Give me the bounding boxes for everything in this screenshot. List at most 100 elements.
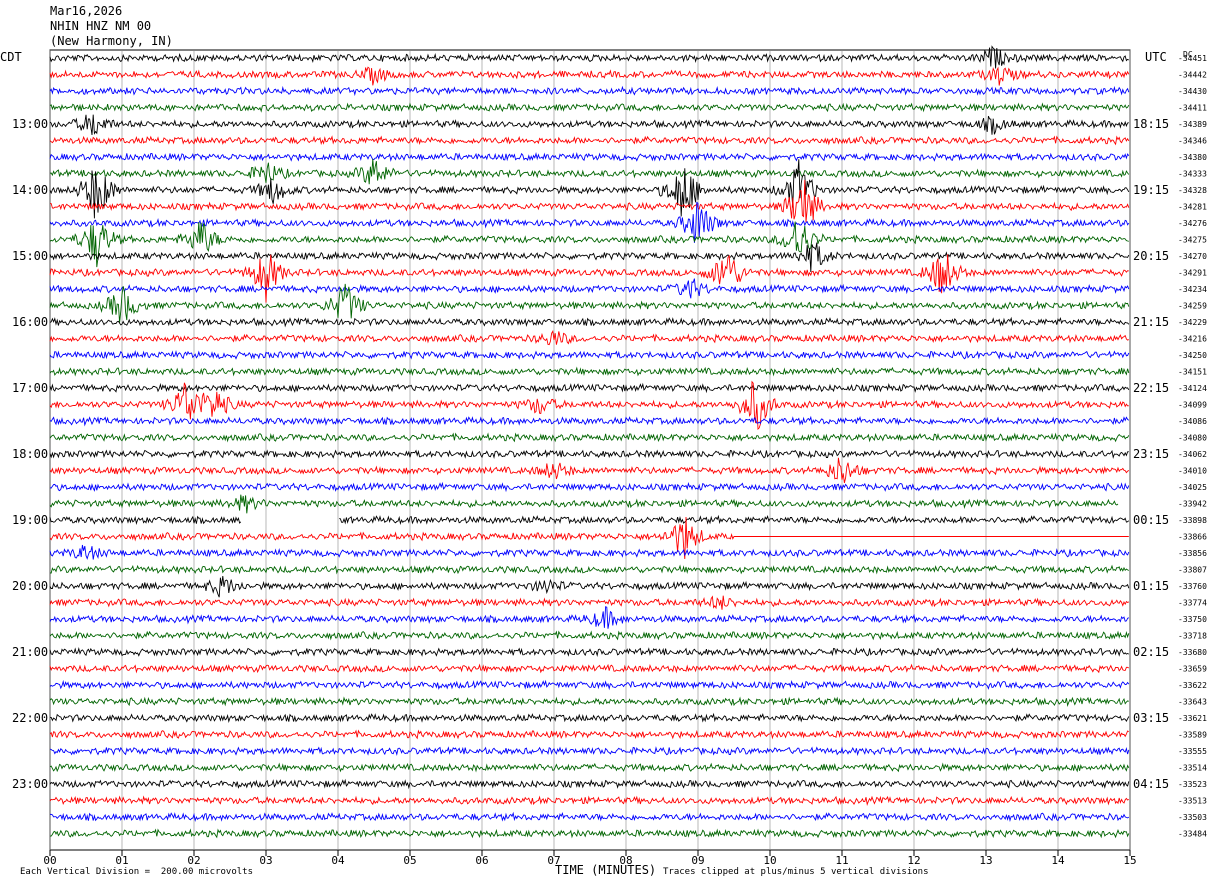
left-hour-label: 19:00 (12, 513, 48, 527)
x-tick-label: 04 (331, 854, 345, 867)
dc-offset-label: -34216 (1178, 335, 1207, 344)
dc-offset-label: -33589 (1178, 731, 1207, 740)
trace-row (49, 762, 1130, 773)
trace-row (49, 158, 1130, 185)
trace-row (49, 696, 1129, 707)
trace-row (49, 449, 1129, 460)
dc-offset-label: -34411 (1178, 104, 1207, 113)
dc-offset-label: -34451 (1178, 54, 1207, 63)
dc-offset-label: -33621 (1178, 714, 1207, 723)
dc-offset-label: -34010 (1178, 467, 1207, 476)
dc-offset-label: -34270 (1178, 252, 1207, 261)
trace-row (49, 415, 1130, 427)
x-tick-label: 13 (979, 854, 992, 867)
dc-offset-label: -33643 (1178, 698, 1207, 707)
dc-offset-label: -34328 (1178, 186, 1207, 195)
dc-offset-label: -34291 (1178, 269, 1207, 278)
trace-row (49, 514, 1130, 526)
dc-offset-label: -33555 (1178, 747, 1207, 756)
right-hour-label: 02:15 (1133, 645, 1169, 659)
clip-note: Traces clipped at plus/minus 5 vertical … (663, 867, 929, 877)
right-hour-label: 00:15 (1133, 513, 1169, 527)
dc-offset-label: -34430 (1178, 87, 1207, 96)
trace-row (49, 432, 1130, 443)
dc-offset-label: -34025 (1178, 483, 1207, 492)
dc-offset-label: -34250 (1178, 351, 1207, 360)
dc-offset-label: -34389 (1178, 120, 1207, 129)
dc-offset-label: -33523 (1178, 780, 1207, 789)
scale-note: Each Vertical Division = 200.00 microvol… (20, 867, 253, 877)
left-hour-label: 17:00 (12, 381, 48, 395)
dc-offset-label: -34346 (1178, 137, 1207, 146)
dc-offset-label: -33513 (1178, 797, 1207, 806)
trace-row (49, 349, 1130, 361)
dc-offset-label: -33866 (1178, 533, 1207, 542)
right-hour-label: 23:15 (1133, 447, 1169, 461)
trace-row (49, 712, 1130, 724)
trace-row (49, 66, 1130, 86)
trace-row (49, 729, 1130, 740)
x-tick-label: 14 (1051, 854, 1065, 867)
trace-row (49, 159, 1130, 219)
trace-row (49, 795, 1130, 806)
right-hour-label: 03:15 (1133, 711, 1169, 725)
x-tick-label: 12 (907, 854, 920, 867)
dc-offset-label: -34062 (1178, 450, 1207, 459)
dc-offset-label: -34234 (1178, 285, 1207, 294)
right-hour-label: 22:15 (1133, 381, 1169, 395)
left-hour-label: 23:00 (12, 777, 48, 791)
right-hour-label: 04:15 (1133, 777, 1169, 791)
dc-offset-label: -34229 (1178, 318, 1207, 327)
trace-row (49, 457, 1130, 484)
dc-offset-label: -34442 (1178, 71, 1207, 80)
trace-row (49, 135, 1130, 146)
trace-row (49, 85, 1130, 97)
dc-offset-label: -33718 (1178, 632, 1207, 641)
right-hour-label: 19:15 (1133, 183, 1169, 197)
trace-row (49, 278, 1130, 299)
x-tick-label: 06 (475, 854, 488, 867)
dc-offset-label: -34380 (1178, 153, 1207, 162)
dc-offset-label: -34080 (1178, 434, 1207, 443)
left-hour-label: 22:00 (12, 711, 48, 725)
trace-row (49, 481, 1130, 493)
right-hour-label: 18:15 (1133, 117, 1169, 131)
left-hour-label: 18:00 (12, 447, 48, 461)
trace-row (49, 102, 1130, 113)
trace-row (49, 663, 1130, 674)
dc-offset-label: -33750 (1178, 615, 1207, 624)
trace-row (49, 242, 1130, 273)
x-tick-label: 00 (43, 854, 56, 867)
dc-offset-label: -33807 (1178, 566, 1207, 575)
dc-offset-label: -34151 (1178, 368, 1207, 377)
trace-row (49, 778, 1130, 790)
dc-offset-label: -33760 (1178, 582, 1207, 591)
right-hour-label: 20:15 (1133, 249, 1169, 263)
dc-offset-label: -34099 (1178, 401, 1207, 410)
left-hour-label: 15:00 (12, 249, 48, 263)
trace-row (49, 606, 1130, 629)
x-axis-title: TIME (MINUTES) (555, 863, 657, 877)
trace-row (49, 151, 1130, 163)
x-tick-label: 10 (763, 854, 776, 867)
dc-offset-label: -34276 (1178, 219, 1207, 228)
x-tick-label: 01 (115, 854, 128, 867)
left-hour-label: 14:00 (12, 183, 48, 197)
trace-row (49, 811, 1130, 823)
dc-offset-label: -33514 (1178, 764, 1207, 773)
x-tick-label: 15 (1123, 854, 1136, 867)
trace-row (50, 564, 1130, 575)
dc-offset-label: -33856 (1178, 549, 1207, 558)
left-hour-label: 20:00 (12, 579, 48, 593)
dc-offset-label: -33898 (1178, 516, 1207, 525)
right-hour-label: 01:15 (1133, 579, 1169, 593)
dc-offset-label: -33484 (1178, 830, 1207, 839)
trace-row (49, 366, 1130, 377)
dc-offset-label: -33774 (1178, 599, 1207, 608)
trace-row (49, 494, 1119, 514)
dc-offset-label: -33503 (1178, 813, 1207, 822)
left-hour-label: 16:00 (12, 315, 48, 329)
dc-offset-label: -34086 (1178, 417, 1207, 426)
x-tick-label: 03 (259, 854, 272, 867)
right-hour-label: 21:15 (1133, 315, 1169, 329)
